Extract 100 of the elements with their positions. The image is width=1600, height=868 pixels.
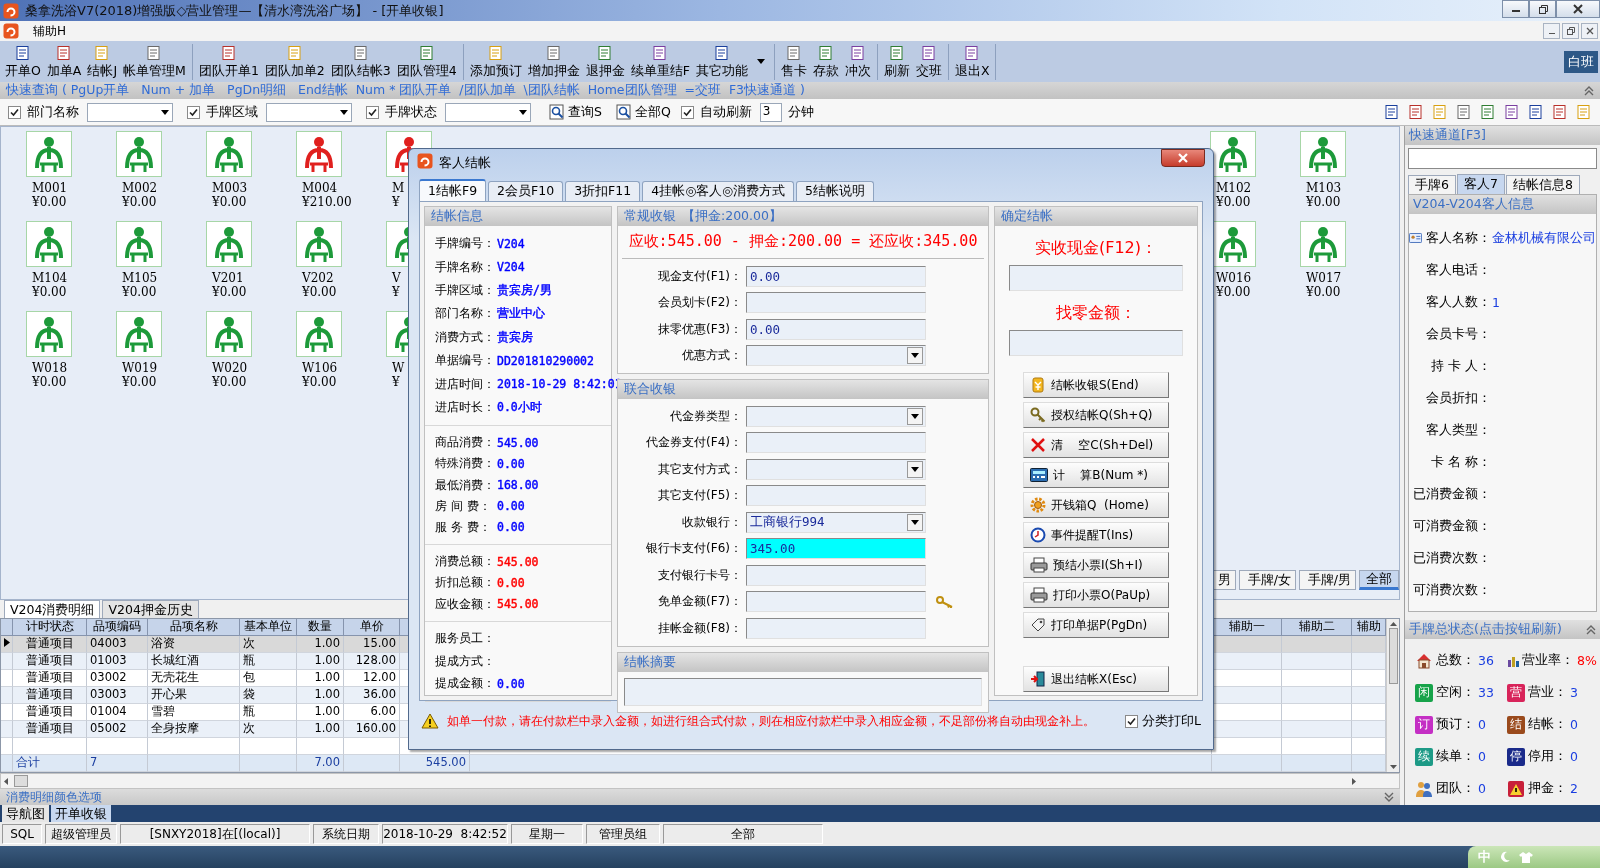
- toolbar-button[interactable]: 开单O: [2, 43, 44, 80]
- scrollbar[interactable]: [1386, 619, 1399, 772]
- input-field[interactable]: [746, 591, 926, 613]
- close-button[interactable]: [1556, 0, 1600, 18]
- tab[interactable]: 5结帐说明: [796, 181, 874, 201]
- close-button[interactable]: [1161, 149, 1205, 167]
- tab[interactable]: 结帐信息8: [1505, 175, 1580, 195]
- tab[interactable]: 全部: [1359, 570, 1399, 590]
- filter-button[interactable]: 全部Q: [611, 103, 675, 121]
- input-field[interactable]: 345.00: [746, 538, 926, 560]
- toolbar-button[interactable]: 续单重结F: [627, 43, 693, 80]
- dropdown-field[interactable]: 工商银行994: [746, 511, 926, 533]
- tab[interactable]: 手牌6: [1408, 175, 1456, 195]
- room-code: M001: [32, 181, 68, 195]
- toolbar-button[interactable]: 存款: [809, 43, 842, 80]
- tab[interactable]: 3折扣F11: [565, 181, 641, 201]
- dropdown-field[interactable]: [87, 102, 173, 122]
- room-code: W018: [32, 361, 68, 375]
- action-button[interactable]: 结帐收银S(End): [1023, 372, 1169, 398]
- tab[interactable]: V204消费明细: [4, 600, 101, 618]
- scroll-left-icon[interactable]: [4, 777, 8, 785]
- document-icon: [1432, 104, 1448, 120]
- toolbar-button[interactable]: 退出X: [951, 43, 993, 80]
- checkbox[interactable]: [680, 105, 694, 119]
- dropdown-field[interactable]: [746, 458, 926, 480]
- collapse-icon[interactable]: [1584, 85, 1594, 96]
- exit-button[interactable]: 退出结帐X(Esc): [1023, 666, 1169, 692]
- toolbar-button[interactable]: 加单A: [43, 43, 85, 80]
- input-field[interactable]: [746, 432, 926, 454]
- tab[interactable]: 手牌/男: [1299, 570, 1356, 590]
- toolbar-button[interactable]: 团队开单1: [195, 43, 262, 80]
- tab[interactable]: 手牌/女: [1239, 570, 1296, 590]
- action-button[interactable]: 打印小票O(PaUp): [1023, 582, 1169, 608]
- search-icon: [615, 104, 632, 120]
- expand-icon[interactable]: [1384, 792, 1394, 802]
- input-field[interactable]: [746, 292, 926, 314]
- shirt-icon[interactable]: [1519, 851, 1533, 863]
- input-field[interactable]: 3: [759, 102, 782, 122]
- restore-button[interactable]: [1562, 23, 1579, 39]
- toolbar-button[interactable]: 售卡: [777, 43, 810, 80]
- collapse-icon[interactable]: [1586, 624, 1596, 635]
- toolbar-button[interactable]: 增加押金: [524, 43, 583, 80]
- scroll-right-icon[interactable]: [1352, 777, 1356, 785]
- close-button[interactable]: [1581, 23, 1598, 39]
- tab[interactable]: 客人7: [1456, 174, 1505, 195]
- toolbar-button[interactable]: 添加预订: [466, 43, 525, 80]
- key-icon[interactable]: [936, 595, 954, 608]
- tab[interactable]: 开单收银: [51, 805, 111, 822]
- toolbar-button[interactable]: 帐单管理M: [120, 43, 189, 80]
- checkbox[interactable]: [187, 105, 200, 119]
- action-button[interactable]: 事件提醒T(Ins): [1023, 522, 1169, 548]
- tab[interactable]: 2会员F10: [488, 181, 564, 201]
- scroll-thumb[interactable]: [1388, 628, 1398, 684]
- toolbar-button[interactable]: 团队加单2: [261, 43, 328, 80]
- minimize-button[interactable]: [1502, 0, 1529, 18]
- action-button[interactable]: 打印单据P(PgDn): [1023, 612, 1169, 638]
- scroll-thumb[interactable]: [14, 775, 28, 787]
- toolbar-button[interactable]: 交班: [912, 43, 945, 80]
- action-button[interactable]: 清 空C(Sh+Del): [1023, 432, 1169, 458]
- dropdown-field[interactable]: [746, 405, 926, 427]
- action-button[interactable]: 预结小票I(Sh+I): [1023, 552, 1169, 578]
- dropdown-field[interactable]: [266, 102, 352, 122]
- dropdown-field[interactable]: [746, 345, 926, 367]
- toolbar-button[interactable]: 结帐J: [84, 43, 121, 80]
- filter-button[interactable]: 查询S: [545, 103, 606, 121]
- checkbox[interactable]: [8, 105, 21, 119]
- tab[interactable]: V204押金历史: [102, 600, 199, 618]
- toolbar-button[interactable]: 其它功能: [692, 43, 751, 80]
- tab[interactable]: 导航图: [2, 805, 49, 822]
- input-field[interactable]: 0.00: [746, 265, 926, 287]
- status-text: 2018-10-29 8:42:52: [382, 824, 508, 844]
- checkbox[interactable]: [366, 105, 379, 119]
- toolbar-button[interactable]: 团队管理4: [393, 43, 460, 80]
- input-field[interactable]: 0.00: [746, 318, 926, 340]
- input-field[interactable]: [746, 485, 926, 507]
- panel-title[interactable]: 手牌总状态(点击按钮刷新): [1409, 621, 1562, 639]
- cash-field[interactable]: [1009, 265, 1183, 291]
- dropdown-field[interactable]: [445, 102, 531, 122]
- scrollbar[interactable]: [0, 773, 1400, 789]
- toolbar-button[interactable]: 退押金: [582, 43, 628, 80]
- action-button[interactable]: 开钱箱Q (Home): [1023, 492, 1169, 518]
- action-button[interactable]: 授权结帐Q(Sh+Q): [1023, 402, 1169, 428]
- input-field[interactable]: [746, 564, 926, 586]
- scroll-down-icon[interactable]: [1389, 765, 1397, 769]
- action-button[interactable]: 计 算B(Num *): [1023, 462, 1169, 488]
- memo-field[interactable]: [624, 677, 982, 706]
- checkbox[interactable]: [1125, 714, 1139, 728]
- input-field[interactable]: [746, 617, 926, 639]
- menu-item[interactable]: 辅助H: [29, 21, 71, 41]
- moon-icon[interactable]: [1499, 851, 1511, 863]
- tab[interactable]: 4挂帐◎客人◎消费方式: [642, 181, 794, 201]
- toolbar-button[interactable]: 冲次: [841, 43, 874, 80]
- toolbar-button[interactable]: 刷新: [880, 43, 913, 80]
- change-field[interactable]: [1009, 330, 1183, 356]
- search-field[interactable]: [1408, 147, 1597, 170]
- restore-button[interactable]: [1529, 0, 1556, 18]
- scroll-up-icon[interactable]: [1389, 622, 1397, 626]
- toolbar-button[interactable]: 团队结帐3: [327, 43, 394, 80]
- tab[interactable]: 1结帐F9: [419, 179, 487, 201]
- section-title: 结帐摘要: [624, 653, 676, 671]
